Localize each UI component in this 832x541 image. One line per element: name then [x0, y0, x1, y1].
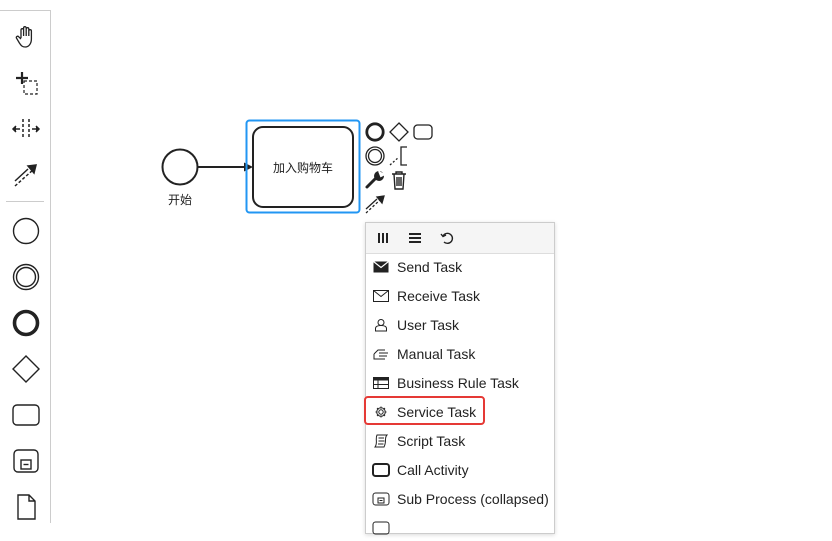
popup-entry-label: Sub Process (collapsed) [397, 491, 549, 507]
append-end-event-button[interactable] [364, 121, 386, 143]
intermediate-event-icon [365, 146, 385, 166]
script-task-icon [372, 433, 390, 449]
append-gateway-button[interactable] [388, 121, 410, 143]
palette-separator [6, 201, 44, 202]
partial-entry-icon [372, 520, 390, 536]
popup-entry-receive-task[interactable]: Receive Task [366, 283, 554, 309]
hand-tool-button[interactable] [6, 17, 46, 57]
delete-button[interactable] [388, 169, 410, 191]
append-intermediate-event-button[interactable] [364, 145, 386, 167]
lasso-icon [16, 72, 38, 95]
popup-entry-label: Receive Task [397, 288, 481, 304]
end-event-icon [365, 122, 385, 142]
loop-toggle[interactable] [436, 227, 458, 249]
start-event-icon [12, 217, 40, 245]
create-start-event-button[interactable] [6, 211, 46, 251]
append-task-button[interactable] [412, 121, 434, 143]
start-event-shape[interactable] [161, 148, 199, 186]
lasso-tool-button[interactable] [6, 63, 46, 103]
popup-entry-service-task[interactable]: Service Task [366, 399, 554, 425]
connect-button[interactable] [364, 193, 386, 215]
subprocess-icon [13, 449, 39, 473]
connect-icon [365, 195, 385, 214]
sequential-marker-icon [409, 233, 421, 243]
create-task-button[interactable] [6, 395, 46, 435]
user-task-icon [372, 317, 390, 333]
trash-icon [392, 171, 406, 190]
popup-entry-label: Script Task [397, 433, 466, 449]
start-event-label: 开始 [168, 193, 193, 207]
gateway-icon [12, 355, 40, 383]
popup-entry-send-task[interactable]: Send Task [366, 254, 554, 280]
subprocess-collapsed-icon [372, 491, 390, 507]
manual-task-icon [372, 346, 390, 362]
end-event-icon [12, 309, 40, 337]
task-icon [12, 404, 40, 426]
connect-icon [14, 164, 37, 187]
business-rule-task-icon [372, 375, 390, 391]
replace-popup-menu: Send Task Receive Task User Task Manual … [365, 222, 555, 535]
task-label: 加入购物车 [272, 161, 333, 175]
create-end-event-button[interactable] [6, 303, 46, 343]
popup-entry-business-rule-task[interactable]: Business Rule Task [366, 370, 554, 396]
tool-palette [0, 10, 51, 523]
loop-marker-icon [440, 232, 454, 245]
create-data-object-button[interactable] [6, 487, 46, 527]
space-tool-button[interactable] [6, 109, 46, 149]
receive-task-icon [372, 288, 390, 304]
popup-entry-label: Manual Task [397, 346, 476, 362]
popup-entry-label: Call Activity [397, 462, 469, 478]
create-subprocess-button[interactable] [6, 441, 46, 481]
data-object-icon [17, 494, 36, 520]
space-icon [11, 119, 41, 139]
sequence-flow-arrowhead [244, 162, 253, 172]
popup-entry-label: Send Task [397, 259, 463, 275]
call-activity-icon [372, 462, 390, 478]
text-annotation-icon [389, 146, 407, 166]
popup-entry-label: Business Rule Task [397, 375, 519, 391]
create-intermediate-event-button[interactable] [6, 257, 46, 297]
popup-entry-call-activity[interactable]: Call Activity [366, 457, 554, 483]
parallel-multi-instance-toggle[interactable] [372, 227, 394, 249]
service-task-icon [372, 404, 390, 420]
send-task-icon [372, 259, 390, 275]
popup-entry-subprocess-collapsed[interactable]: Sub Process (collapsed) [366, 486, 554, 512]
popup-entry-script-task[interactable]: Script Task [366, 428, 554, 454]
append-text-annotation-button[interactable] [388, 145, 410, 167]
create-gateway-button[interactable] [6, 349, 46, 389]
gateway-icon [389, 122, 409, 142]
popup-header [366, 223, 554, 254]
hand-icon [15, 26, 33, 48]
change-type-button[interactable] [364, 169, 386, 191]
global-connect-tool-button[interactable] [6, 155, 46, 195]
intermediate-event-icon [12, 263, 40, 291]
sequential-multi-instance-toggle[interactable] [404, 227, 426, 249]
popup-entry-partial[interactable] [366, 515, 554, 541]
popup-entry-label: Service Task [397, 404, 477, 420]
popup-entry-user-task[interactable]: User Task [366, 312, 554, 338]
parallel-marker-icon [378, 233, 388, 243]
popup-entry-label: User Task [397, 317, 459, 333]
popup-entry-manual-task[interactable]: Manual Task [366, 341, 554, 367]
task-icon [413, 124, 433, 140]
wrench-icon [365, 170, 386, 189]
